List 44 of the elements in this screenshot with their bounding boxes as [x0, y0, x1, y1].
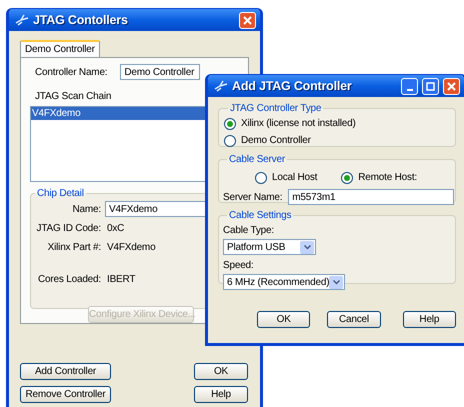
radio-button[interactable]: [224, 134, 236, 146]
dialog-button[interactable]: Remove Controller: [20, 386, 111, 403]
dropdown[interactable]: Platform USB: [223, 239, 316, 255]
close-icon: [243, 16, 252, 24]
dialog-button[interactable]: Add Controller: [20, 363, 111, 380]
field-label: Cable Type:: [223, 224, 274, 238]
app-icon: [214, 80, 228, 92]
dialog-button[interactable]: OK: [194, 363, 248, 380]
maximize-button[interactable]: [422, 78, 439, 94]
field-value: IBERT: [107, 273, 136, 287]
dialog-button[interactable]: OK: [257, 311, 310, 328]
dialog-button[interactable]: Help: [402, 311, 456, 328]
list-label: JTAG Scan Chain: [34, 90, 112, 104]
radio-button[interactable]: [341, 172, 354, 184]
group-title: Chip Detail: [36, 187, 85, 201]
minimize-button[interactable]: [401, 78, 418, 94]
dropdown[interactable]: 6 MHz (Recommended): [223, 274, 345, 290]
field-label: JTAG ID Code:: [36, 222, 101, 236]
field-label: Server Name:: [223, 190, 282, 204]
minimize-icon: [406, 88, 412, 90]
close-icon: [447, 82, 456, 90]
field-label: Xilinx Part #:: [46, 241, 101, 255]
field-value: 0xC: [107, 222, 124, 236]
field-label: Name:: [72, 202, 101, 216]
maximize-icon: [426, 82, 435, 90]
radio-button[interactable]: [255, 172, 267, 184]
field-label: Cores Loaded:: [36, 273, 101, 287]
window-title: JTAG Contollers: [33, 12, 129, 29]
close-button[interactable]: [443, 78, 460, 94]
field-value: V4FXdemo: [107, 241, 156, 255]
radio-button[interactable]: [224, 118, 236, 130]
radio-label: Local Host: [272, 171, 318, 185]
field-label: Speed:: [223, 259, 254, 273]
tab[interactable]: Demo Controller: [20, 40, 100, 57]
close-button[interactable]: [239, 12, 256, 28]
group-title: Cable Settings: [228, 209, 292, 223]
name-field[interactable]: Demo Controller: [120, 64, 200, 80]
radio-label: Remote Host:: [358, 171, 417, 185]
server-name-field[interactable]: m5573m1: [288, 189, 454, 205]
window-title: Add JTAG Controller: [232, 78, 353, 95]
dialog-button[interactable]: Help: [194, 386, 248, 403]
app-icon: [15, 14, 29, 26]
field-label: Controller Name:: [35, 66, 108, 80]
dialog-button[interactable]: Cancel: [327, 311, 381, 328]
